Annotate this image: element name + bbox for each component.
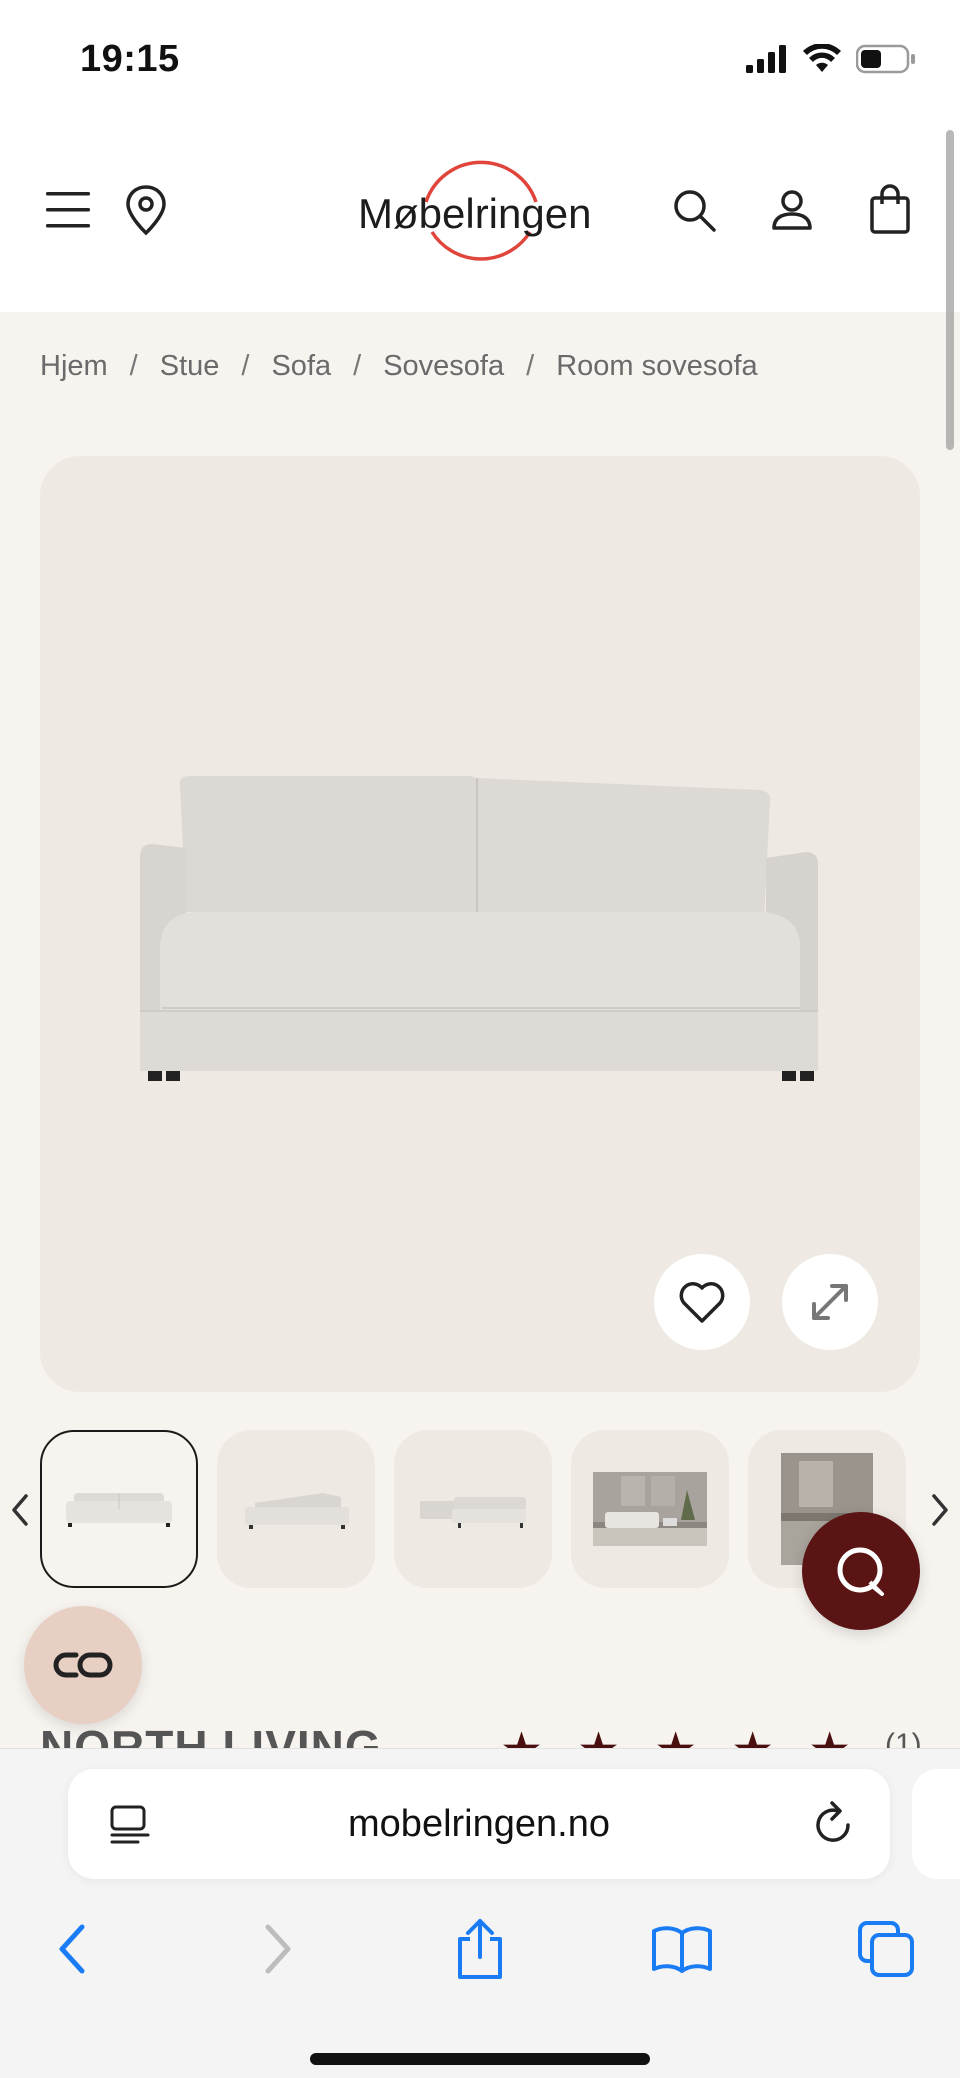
- page-scrollbar[interactable]: [946, 130, 954, 450]
- breadcrumb: Hjem / Stue / Sofa / Sovesofa / Room sov…: [40, 350, 758, 383]
- user-icon[interactable]: [762, 180, 822, 240]
- chat-icon: [837, 1547, 884, 1596]
- battery-icon: [856, 44, 915, 74]
- chevron-left-icon[interactable]: [0, 1480, 40, 1540]
- star-icon: ★: [577, 1722, 620, 1750]
- breadcrumb-separator: /: [353, 350, 362, 382]
- logo-text: Møbelringen: [358, 190, 592, 237]
- site-header: Møbelringen: [0, 120, 960, 312]
- reload-icon[interactable]: [812, 1799, 856, 1852]
- browser-toolbar: mobelringen.no: [0, 1748, 960, 2078]
- breadcrumb-item-current: Room sovesofa: [556, 350, 758, 382]
- tabs-icon[interactable]: [846, 1909, 926, 1989]
- location-pin-icon[interactable]: [116, 180, 176, 240]
- url-text[interactable]: mobelringen.no: [68, 1803, 890, 1846]
- breadcrumb-item-sovesofa[interactable]: Sovesofa: [383, 350, 504, 383]
- breadcrumb-item-sofa[interactable]: Sofa: [271, 350, 331, 383]
- thumbnail-2[interactable]: [217, 1430, 375, 1588]
- menu-icon[interactable]: [38, 180, 98, 240]
- thumbnail-3[interactable]: [394, 1430, 552, 1588]
- thumbnail-1[interactable]: [40, 1430, 198, 1588]
- address-bar[interactable]: mobelringen.no: [68, 1769, 890, 1879]
- signal-icon: [746, 45, 786, 73]
- status-time: 19:15: [80, 38, 180, 80]
- star-icon: ★: [731, 1722, 774, 1750]
- back-icon[interactable]: [32, 1909, 112, 1989]
- breadcrumb-separator: /: [129, 350, 138, 382]
- share-icon[interactable]: [440, 1909, 520, 1989]
- product-main-image[interactable]: [40, 456, 920, 1392]
- rating-stars[interactable]: ★ ★ ★ ★ ★: [500, 1722, 851, 1750]
- add-to-favorites-button[interactable]: [654, 1254, 750, 1350]
- thumbnail-4[interactable]: [571, 1430, 729, 1588]
- star-icon: ★: [654, 1722, 697, 1750]
- status-icons: [746, 44, 916, 74]
- expand-image-button[interactable]: [782, 1254, 878, 1350]
- site-logo[interactable]: Møbelringen: [350, 150, 610, 280]
- rating-count[interactable]: (1): [885, 1728, 922, 1750]
- product-brand[interactable]: NORTH LIVING: [40, 1720, 382, 1750]
- forward-icon[interactable]: [238, 1909, 318, 1989]
- breadcrumb-item-stue[interactable]: Stue: [160, 350, 220, 383]
- sofa-image: [140, 776, 818, 1081]
- star-icon: ★: [808, 1722, 851, 1750]
- bookmarks-icon[interactable]: [642, 1909, 722, 1989]
- star-icon: ★: [500, 1722, 543, 1750]
- wifi-icon: [803, 44, 841, 72]
- co-icon: [53, 1652, 113, 1678]
- breadcrumb-separator: /: [526, 350, 535, 382]
- next-tab-peek[interactable]: [912, 1769, 960, 1879]
- chat-button[interactable]: [802, 1512, 920, 1630]
- product-meta-row: NORTH LIVING ★ ★ ★ ★ ★ (1): [0, 1700, 960, 1750]
- expand-icon: [812, 1284, 848, 1320]
- heart-icon: [679, 1282, 725, 1323]
- shopping-bag-icon[interactable]: [860, 180, 920, 240]
- breadcrumb-separator: /: [241, 350, 250, 382]
- search-icon[interactable]: [664, 180, 724, 240]
- chevron-right-icon[interactable]: [920, 1480, 960, 1540]
- breadcrumb-item-hjem[interactable]: Hjem: [40, 350, 108, 383]
- status-bar: 19:15: [0, 0, 960, 120]
- home-indicator[interactable]: [310, 2053, 650, 2065]
